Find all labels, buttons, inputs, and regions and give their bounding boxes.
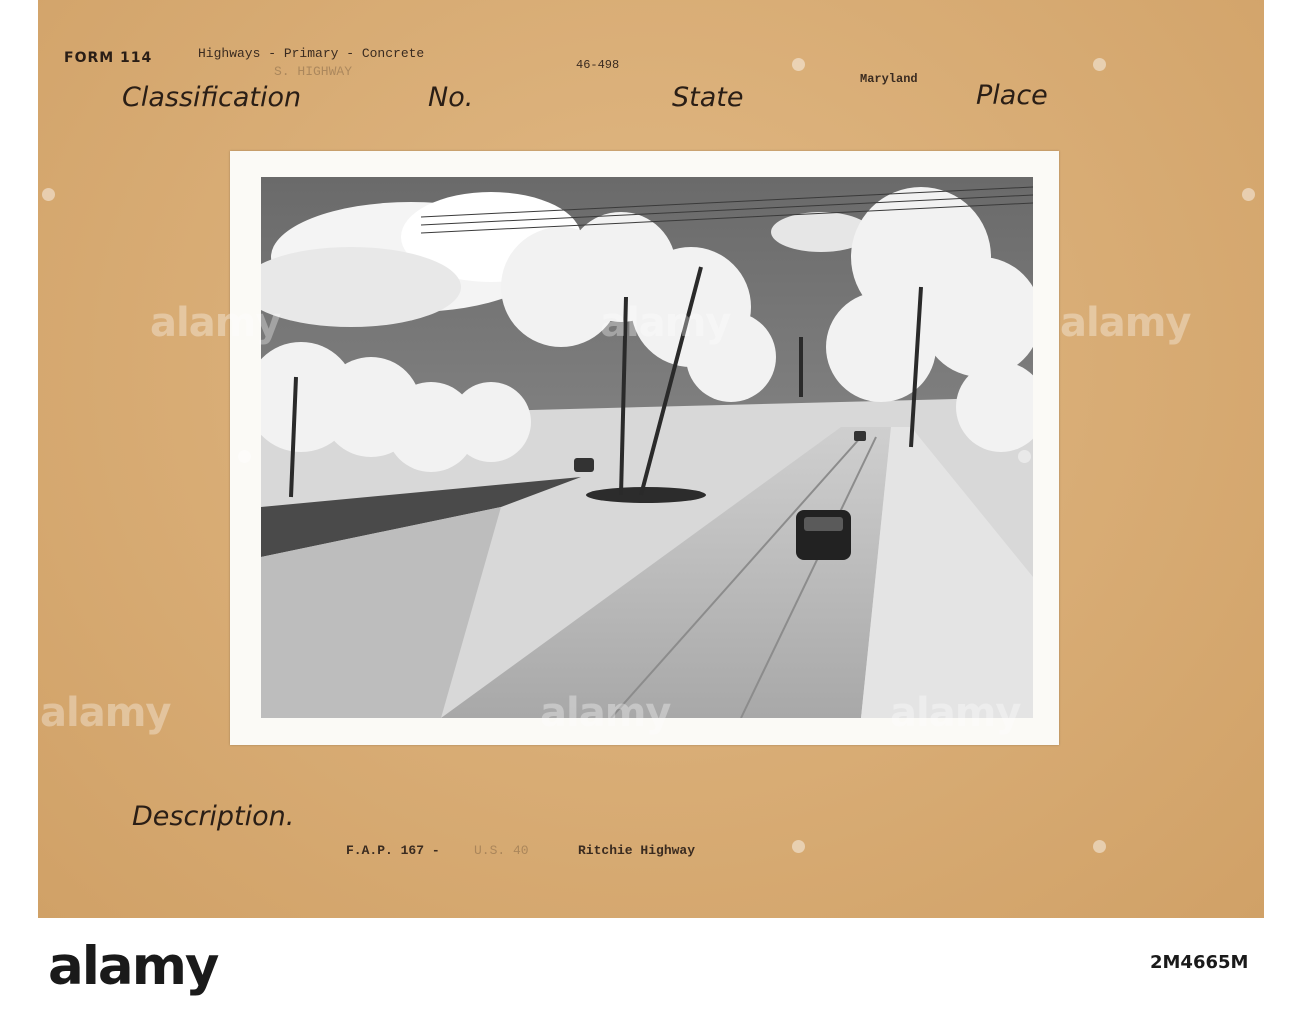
number-heading: No. bbox=[428, 82, 474, 113]
watermark-dot bbox=[792, 58, 805, 71]
classification-value-faded: S. HIGHWAY bbox=[274, 64, 353, 79]
place-heading: Place bbox=[976, 80, 1048, 111]
brand-logo: alamy bbox=[48, 936, 219, 997]
classification-heading: Classification bbox=[122, 82, 302, 113]
stock-footer: alamy 2M4665M bbox=[0, 918, 1300, 1009]
description-heading: Description. bbox=[132, 801, 295, 832]
description-route: F.A.P. 167 - bbox=[346, 843, 440, 858]
watermark-dot bbox=[1093, 58, 1106, 71]
highway-photograph bbox=[261, 177, 1033, 718]
photo-mount bbox=[230, 151, 1059, 745]
watermark-text: alamy bbox=[600, 300, 731, 346]
watermark-text: alamy bbox=[1060, 300, 1191, 346]
watermark-text: alamy bbox=[540, 690, 671, 736]
watermark-dot bbox=[1018, 450, 1031, 463]
number-value: 46-498 bbox=[576, 58, 620, 72]
image-id-label: 2M4665M bbox=[1150, 952, 1249, 973]
description-highway-name: Ritchie Highway bbox=[578, 843, 696, 858]
watermark-dot bbox=[1093, 840, 1106, 853]
watermark-dot bbox=[42, 188, 55, 201]
state-heading: State bbox=[672, 82, 744, 113]
watermark-dot bbox=[792, 840, 805, 853]
classification-value: Highways - Primary - Concrete bbox=[198, 46, 425, 61]
description-route-faded: U.S. 40 bbox=[474, 843, 529, 858]
watermark-dot bbox=[1242, 188, 1255, 201]
watermark-text: alamy bbox=[40, 690, 171, 736]
state-value: Maryland bbox=[860, 72, 918, 86]
watermark-text: alamy bbox=[150, 300, 281, 346]
watermark-text: alamy bbox=[890, 690, 1021, 736]
form-number-label: FORM 114 bbox=[64, 50, 153, 66]
watermark-dot bbox=[238, 450, 251, 463]
